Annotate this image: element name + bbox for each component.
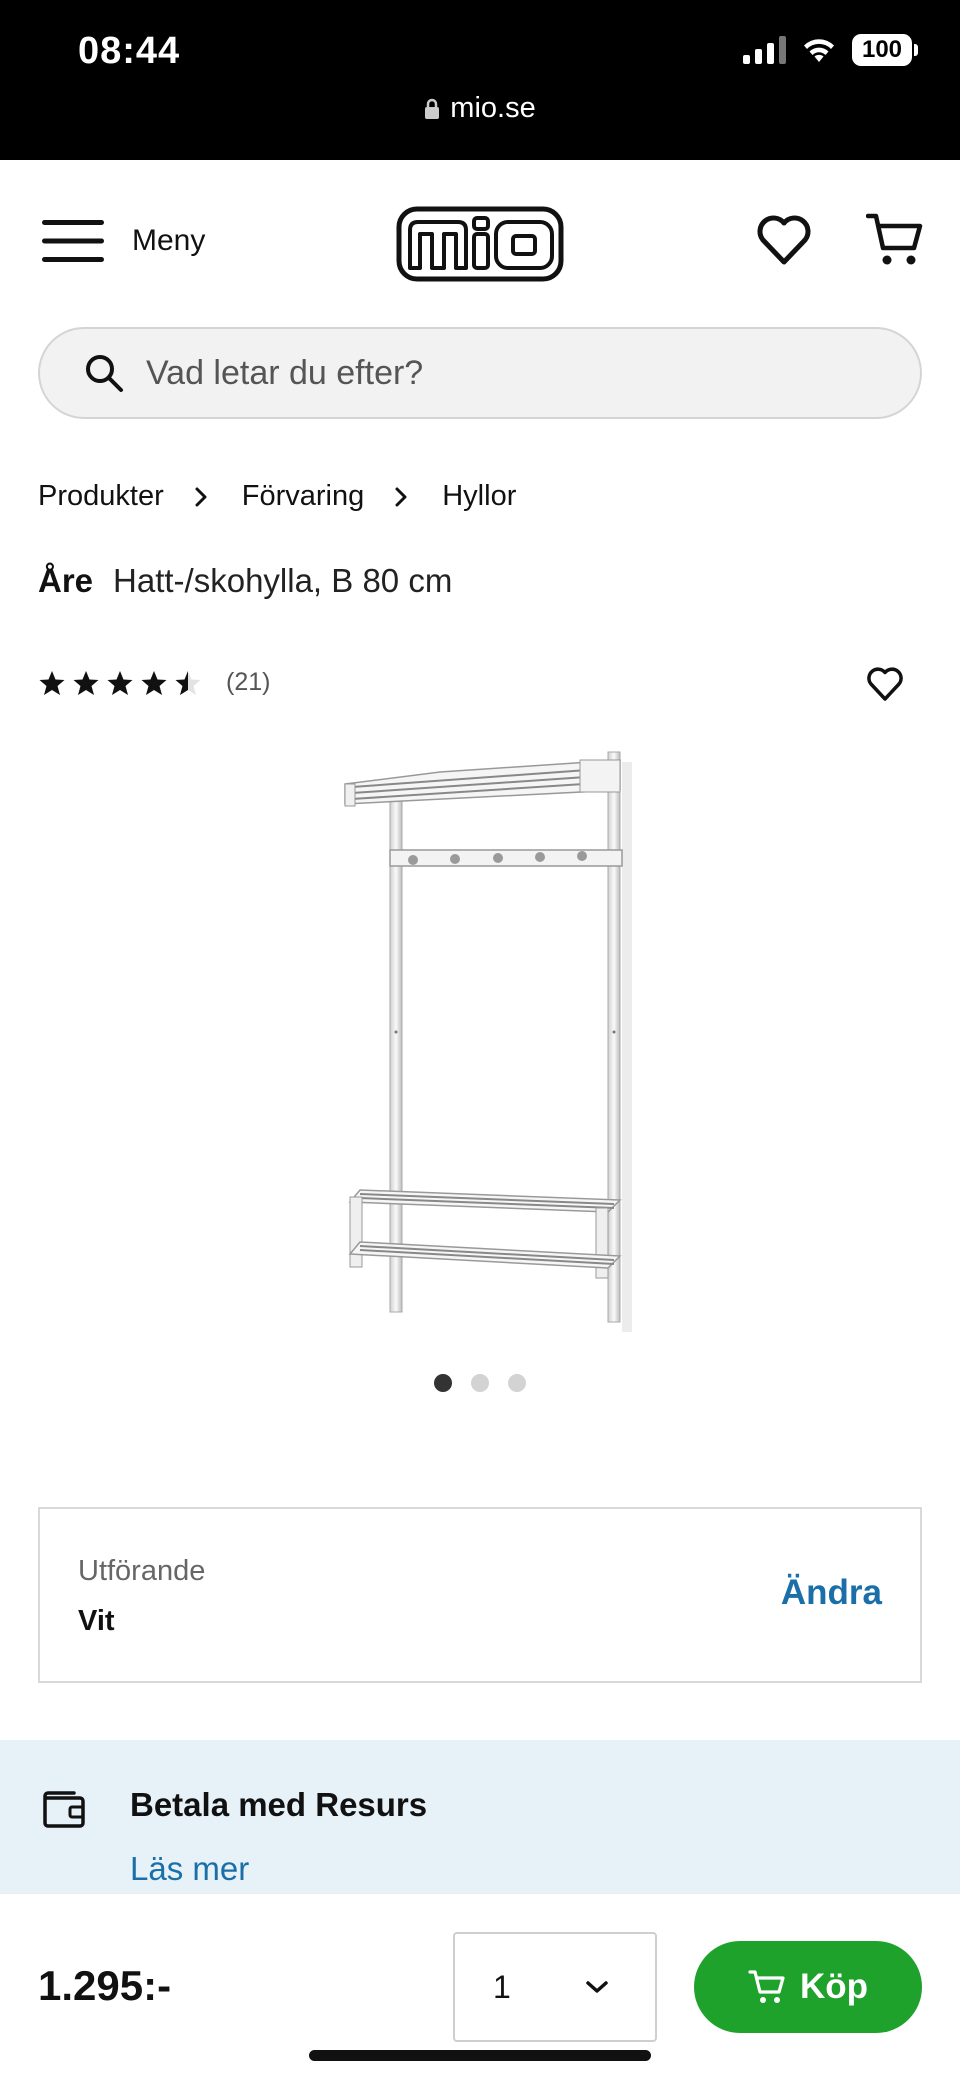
home-indicator <box>309 2050 651 2061</box>
address-bar[interactable]: mio.se <box>0 92 960 125</box>
search-icon <box>86 355 123 392</box>
read-more-link[interactable]: Läs mer <box>130 1850 249 1888</box>
product-title: Åre Hatt-/skohylla, B 80 cm <box>38 562 452 600</box>
change-variant-button[interactable]: Ändra <box>781 1573 882 1613</box>
favorite-heart-icon[interactable] <box>866 666 904 702</box>
product-price: 1.295:- <box>38 1962 172 2009</box>
cellular-signal-icon <box>743 36 786 64</box>
status-bar: 08:44 100 mio.se <box>0 0 960 160</box>
payment-info-banner: Betala med Resurs Läs mer <box>0 1740 960 1900</box>
status-icons: 100 <box>743 34 918 66</box>
cart-icon <box>748 1970 785 2003</box>
carousel-dot[interactable] <box>508 1374 526 1392</box>
chevron-right-icon <box>394 486 408 508</box>
chevron-down-icon <box>586 1981 608 1993</box>
review-count: (21) <box>226 668 271 696</box>
variant-selector[interactable]: Utförande Vit Ändra <box>38 1507 922 1683</box>
star-icon <box>73 670 99 695</box>
mio-logo[interactable] <box>396 206 564 282</box>
star-icon <box>141 670 167 695</box>
menu-label: Meny <box>132 224 206 257</box>
wifi-icon <box>804 39 834 62</box>
search-input[interactable] <box>146 353 846 393</box>
chevron-right-icon <box>194 486 208 508</box>
menu-button[interactable]: Meny <box>42 218 205 264</box>
payment-title: Betala med Resurs <box>130 1786 428 1823</box>
star-icon <box>107 670 133 695</box>
quantity-value: 1 <box>493 1968 511 2005</box>
variant-label: Utförande <box>78 1555 206 1587</box>
carousel-dot[interactable] <box>434 1374 452 1392</box>
wallet-icon <box>43 1791 85 1828</box>
lock-icon <box>425 98 440 119</box>
site-header: Meny <box>0 160 960 325</box>
battery-icon: 100 <box>852 34 918 66</box>
image-carousel-dots <box>0 1374 960 1392</box>
search-bar[interactable] <box>38 327 922 419</box>
variant-value: Vit <box>78 1605 115 1637</box>
buy-label: Köp <box>799 1967 869 2006</box>
breadcrumb-produkter[interactable]: Produkter <box>38 480 164 513</box>
star-icon <box>39 670 65 695</box>
url-text: mio.se <box>450 92 536 124</box>
buy-button[interactable]: Köp <box>694 1941 922 2033</box>
status-time: 08:44 <box>78 30 181 72</box>
cart-icon[interactable] <box>866 212 924 268</box>
rating-stars <box>38 669 202 697</box>
breadcrumb-forvaring[interactable]: Förvaring <box>242 480 365 513</box>
product-image[interactable] <box>330 742 650 1332</box>
star-icon <box>175 670 201 695</box>
quantity-select[interactable]: 1 <box>453 1932 657 2042</box>
breadcrumb-hyllor[interactable]: Hyllor <box>442 480 516 513</box>
wishlist-heart-icon[interactable] <box>756 214 812 266</box>
product-rating[interactable]: (21) <box>38 668 270 697</box>
carousel-dot[interactable] <box>471 1374 489 1392</box>
breadcrumb: Produkter Förvaring Hyllor <box>38 480 516 513</box>
hamburger-icon <box>42 220 104 262</box>
product-name: Hatt-/skohylla, B 80 cm <box>113 562 453 599</box>
product-brand: Åre <box>38 562 94 599</box>
